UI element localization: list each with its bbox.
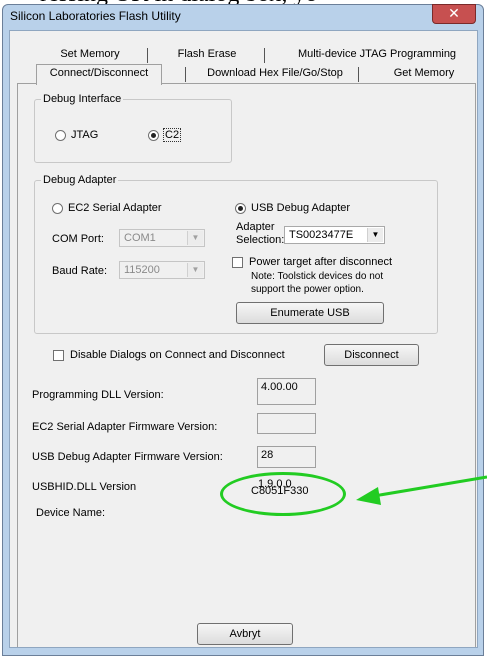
tab-download-hex[interactable]: Download Hex File/Go/Stop — [200, 65, 350, 82]
adapter-selection-label-line2: Selection: — [236, 234, 285, 246]
adapter-selection-label-line1: Adapter — [236, 221, 275, 233]
usb-firmware-value: 28 — [257, 446, 316, 468]
power-target-checkbox[interactable] — [232, 257, 243, 268]
device-name-label: Device Name: — [36, 507, 106, 519]
chevron-down-icon: ▼ — [187, 263, 203, 277]
tab-multi-device-jtag[interactable]: Multi-device JTAG Programming — [282, 46, 472, 63]
window-title: Silicon Laboratories Flash Utility — [10, 9, 181, 23]
com-port-label: COM Port: — [52, 233, 104, 245]
programming-dll-label: Programming DLL Version: — [32, 389, 164, 401]
tab-connect-disconnect[interactable]: Connect/Disconnect — [36, 64, 162, 85]
baud-rate-select[interactable]: 115200 ▼ — [119, 261, 205, 279]
debug-interface-group: Debug Interface — [34, 93, 232, 163]
annotation-arrow-icon — [356, 475, 487, 505]
chevron-down-icon: ▼ — [187, 231, 203, 245]
tab-get-memory[interactable]: Get Memory — [378, 65, 470, 82]
tab-separator — [358, 67, 359, 82]
programming-dll-value: 4.00.00 — [257, 378, 316, 405]
ec2-serial-radio[interactable] — [52, 203, 63, 214]
disable-dialogs-label[interactable]: Disable Dialogs on Connect and Disconnec… — [70, 349, 285, 361]
annotation-ellipse — [220, 472, 346, 516]
adapter-selection-label: Adapter Selection: — [236, 221, 284, 247]
jtag-label[interactable]: JTAG — [71, 129, 98, 141]
adapter-selection-select[interactable]: TS0023477E ▼ — [284, 226, 385, 244]
jtag-radio[interactable] — [55, 130, 66, 141]
power-target-label[interactable]: Power target after disconnect — [249, 256, 392, 268]
close-icon: ✕ — [448, 6, 460, 22]
usb-firmware-label: USB Debug Adapter Firmware Version: — [32, 451, 223, 463]
disable-dialogs-checkbox[interactable] — [53, 350, 64, 361]
toolstick-note-line2: support the power option. — [251, 284, 364, 295]
tab-separator — [185, 67, 186, 82]
ec2-firmware-label: EC2 Serial Adapter Firmware Version: — [32, 421, 218, 433]
disconnect-button[interactable]: Disconnect — [324, 344, 419, 366]
usb-debug-label[interactable]: USB Debug Adapter — [251, 202, 350, 214]
tab-separator — [147, 48, 148, 63]
debug-adapter-legend: Debug Adapter — [43, 174, 117, 186]
debug-interface-legend: Debug Interface — [43, 93, 122, 105]
ec2-firmware-value — [257, 413, 316, 434]
c2-label[interactable]: C2 — [162, 128, 182, 142]
toolstick-note-line1: Note: Toolstick devices do not — [251, 271, 384, 282]
baud-rate-label: Baud Rate: — [52, 265, 108, 277]
cancel-button[interactable]: Avbryt — [197, 623, 293, 645]
chevron-down-icon: ▼ — [367, 228, 383, 242]
tab-set-memory[interactable]: Set Memory — [40, 46, 140, 63]
baud-rate-value: 115200 — [124, 264, 160, 276]
usbhid-dll-label: USBHID.DLL Version — [32, 481, 137, 493]
tab-flash-erase[interactable]: Flash Erase — [162, 46, 252, 63]
c2-radio[interactable] — [148, 130, 159, 141]
ec2-serial-label[interactable]: EC2 Serial Adapter — [68, 202, 162, 214]
com-port-select[interactable]: COM1 ▼ — [119, 229, 205, 247]
enumerate-usb-button[interactable]: Enumerate USB — [236, 302, 384, 324]
tab-separator — [264, 48, 265, 63]
usb-debug-radio[interactable] — [235, 203, 246, 214]
com-port-value: COM1 — [124, 232, 156, 244]
close-button[interactable]: ✕ — [432, 4, 476, 24]
adapter-selection-value: TS0023477E — [289, 229, 354, 241]
